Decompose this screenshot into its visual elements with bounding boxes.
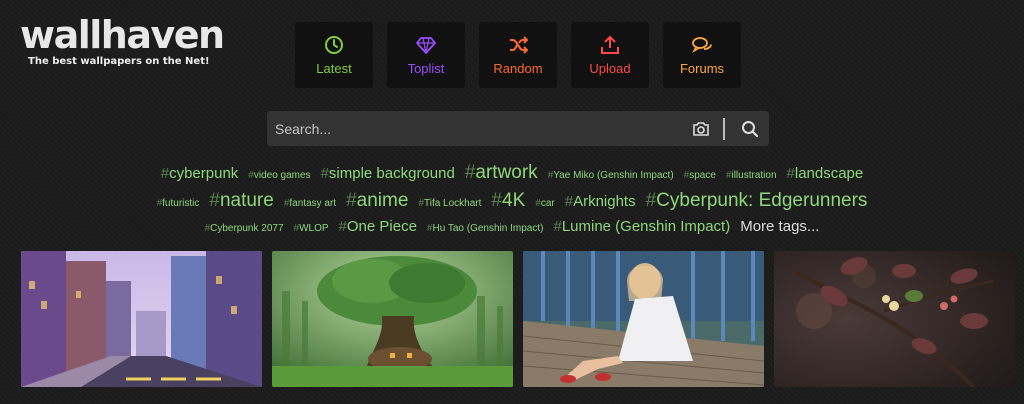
tag-link[interactable]: #One Piece [339, 218, 417, 235]
nav-forums-label: Forums [679, 60, 725, 76]
shuffle-icon [510, 35, 528, 54]
clock-icon [325, 35, 343, 54]
main-nav: Latest Toplist Random Upload Forums [295, 22, 741, 88]
nav-toplist-button[interactable]: Toplist [387, 22, 465, 88]
tag-link[interactable]: #Hu Tao (Genshin Impact) [427, 223, 544, 234]
tag-link[interactable]: #illustration [726, 170, 777, 181]
tag-link[interactable]: #Cyberpunk 2077 [205, 223, 284, 234]
wallpaper-thumbnail[interactable] [523, 251, 764, 387]
nav-upload-button[interactable]: Upload [571, 22, 649, 88]
tag-link[interactable]: #artwork [465, 162, 538, 184]
popular-tags: #cyberpunk #video games #simple backgrou… [120, 162, 904, 242]
upload-icon [601, 35, 619, 54]
tag-link[interactable]: #4K [491, 190, 525, 212]
wallpaper-thumbnail[interactable] [272, 251, 513, 387]
search-input[interactable] [267, 110, 685, 147]
search-button[interactable] [731, 120, 769, 138]
camera-search-button[interactable] [685, 121, 717, 137]
tag-link[interactable]: #Tifa Lockhart [418, 198, 481, 209]
nav-forums-button[interactable]: Forums [663, 22, 741, 88]
logo[interactable]: wallhaven The best wallpapers on the Net… [20, 13, 225, 67]
more-tags-link[interactable]: More tags... [740, 218, 819, 235]
tag-link[interactable]: #Yae Miko (Genshin Impact) [548, 170, 674, 181]
nav-random-label: Random [493, 60, 543, 76]
nav-upload-label: Upload [589, 60, 631, 76]
comments-icon [692, 36, 712, 53]
tag-row: #cyberpunk #video games #simple backgrou… [120, 162, 904, 190]
tag-link[interactable]: #Lumine (Genshin Impact) [553, 218, 730, 235]
tag-link[interactable]: #car [535, 198, 554, 209]
tag-link[interactable]: #video games [248, 170, 310, 181]
logo-tagline: The best wallpapers on the Net! [28, 56, 210, 67]
nav-latest-label: Latest [316, 60, 352, 76]
tag-link[interactable]: #Arknights [565, 193, 636, 210]
search-divider [723, 117, 725, 140]
tag-link[interactable]: #Cyberpunk: Edgerunners [646, 190, 868, 212]
tag-link[interactable]: #fantasy art [284, 198, 336, 209]
tag-link[interactable]: #WLOP [294, 223, 329, 234]
tag-link[interactable]: #simple background [321, 165, 455, 182]
tag-row: #futuristic #nature #fantasy art #anime … [120, 190, 904, 218]
logo-text: wallhaven [20, 13, 225, 57]
wallpaper-grid [21, 251, 1015, 387]
tag-link[interactable]: #anime [346, 190, 408, 212]
camera-icon [693, 121, 709, 136]
wallpaper-thumbnail[interactable] [774, 251, 1015, 387]
tag-link[interactable]: #cyberpunk [161, 165, 239, 182]
wallpaper-thumbnail[interactable] [21, 251, 262, 387]
nav-toplist-label: Toplist [407, 60, 445, 76]
search-icon [742, 120, 759, 137]
tag-link[interactable]: #landscape [787, 165, 864, 182]
tag-link[interactable]: #futuristic [157, 198, 200, 209]
search-bar [267, 110, 769, 147]
diamond-icon [416, 36, 436, 54]
tag-link[interactable]: #space [684, 170, 716, 181]
tag-link[interactable]: #nature [209, 190, 273, 212]
tag-row: #Cyberpunk 2077 #WLOP #One Piece #Hu Tao… [120, 218, 904, 242]
nav-random-button[interactable]: Random [479, 22, 557, 88]
nav-latest-button[interactable]: Latest [295, 22, 373, 88]
